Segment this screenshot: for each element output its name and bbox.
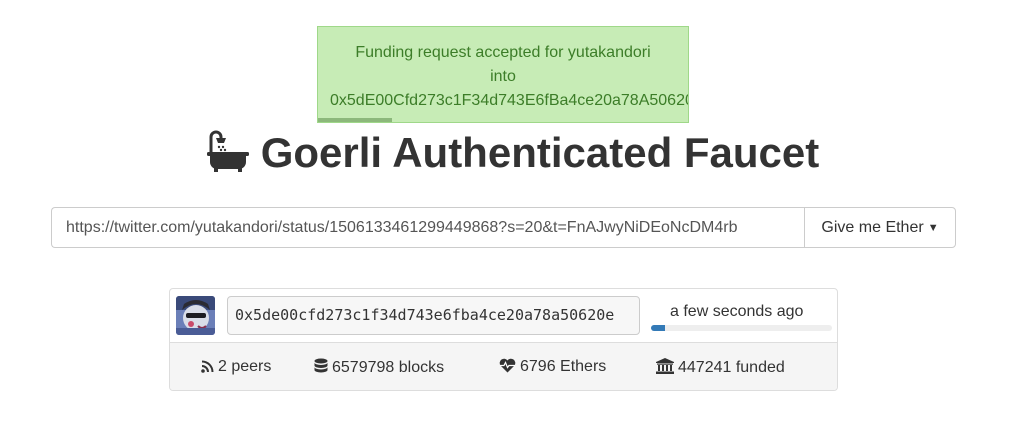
request-progress-fill (651, 325, 666, 331)
rss-icon (201, 358, 218, 375)
funded-count: 447241 funded (678, 359, 785, 376)
database-icon (314, 358, 332, 376)
request-progress-bar (651, 325, 832, 331)
ethers-count: 6796 Ethers (520, 358, 607, 375)
social-url-input[interactable] (51, 207, 804, 248)
request-time: a few seconds ago (670, 303, 804, 320)
give-me-ether-button[interactable]: Give me Ether ▼ (804, 207, 956, 248)
notification-message: Funding request accepted for yutakandori… (318, 41, 688, 113)
peers-stat: 2 peers (201, 358, 271, 376)
request-row: 0x5de00cfd273c1f34d743e6fba4ce20a78a5062… (170, 289, 837, 342)
blocks-count: 6579798 blocks (332, 359, 445, 376)
blocks-stat: 6579798 blocks (314, 358, 444, 377)
ethers-stat: 6796 Ethers (499, 358, 606, 376)
request-form: Give me Ether▼ (51, 207, 956, 248)
give-me-ether-label: Give me Ether (821, 218, 924, 236)
recipient-address[interactable]: 0x5de00cfd273c1f34d743e6fba4ce20a78a5062… (227, 296, 640, 335)
notification-line-1: Funding request accepted for yutakandori (355, 44, 651, 61)
faucet-panel: 0x5de00cfd273c1f34d743e6fba4ce20a78a5062… (169, 288, 838, 391)
heartbeat-icon (499, 358, 520, 375)
funding-notification[interactable]: Funding request accepted for yutakandori… (317, 26, 689, 123)
network-stats: 2 peers 6579798 blocks 6796 Ethers 44724… (170, 342, 837, 390)
notification-line-2: into (490, 68, 516, 85)
avatar (176, 296, 215, 335)
notification-address: 0x5dE00Cfd273c1F34d743E6fBa4ce20a78A5062… (330, 92, 689, 109)
caret-down-icon: ▼ (927, 221, 939, 234)
peers-count: 2 peers (218, 358, 272, 375)
page-title-text: Goerli Authenticated Faucet (260, 129, 820, 176)
notification-progress-fill (318, 118, 392, 122)
notification-progress-bar (318, 118, 688, 122)
funded-stat: 447241 funded (656, 358, 785, 377)
bathtub-icon (205, 129, 251, 188)
page-title: Goerli Authenticated Faucet (0, 124, 1024, 188)
faucet-page: Funding request accepted for yutakandori… (0, 0, 1024, 441)
bank-icon (656, 358, 678, 376)
